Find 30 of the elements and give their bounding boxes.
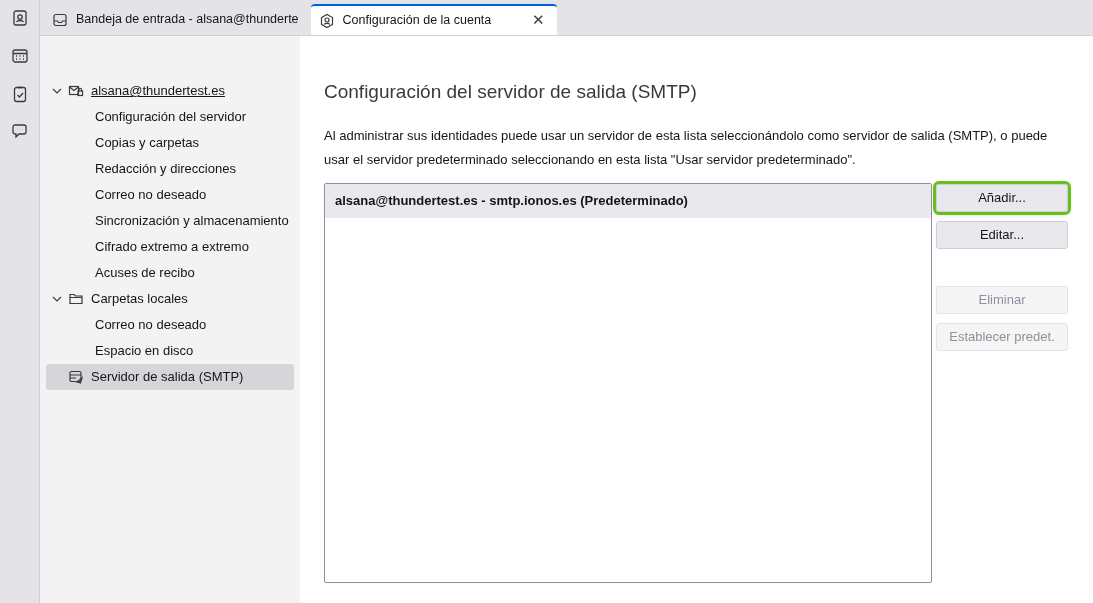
page-heading: Configuración del servidor de salida (SMTP) [324,80,698,104]
folder-icon [68,291,84,307]
hexagon-user-icon [318,12,335,29]
tab[interactable]: Configuración de la cuenta ✕ [310,4,557,35]
close-icon[interactable]: ✕ [527,9,549,32]
sidebar-item[interactable]: Acuses de recibo [46,260,294,286]
button[interactable]: Añadir... [936,183,1068,212]
sidebar-item[interactable]: Cifrado extremo a extremo [46,234,294,260]
sidebar-item[interactable]: Sincronización y almacenamiento [46,208,294,234]
sidebar-item[interactable]: Copias y carpetas [46,130,294,156]
chevron-down-icon[interactable] [52,86,62,96]
calendar-icon[interactable] [10,47,29,65]
mail-lock-icon [68,83,84,99]
server-row[interactable]: alsana@thundertest.es - smtp.ionos.es (Predeterminado) [325,183,931,218]
sidebar-item[interactable]: Servidor de salida (SMTP) [46,364,294,390]
description-text: Al administrar sus identidades puede usar un servidor de esta lista seleccionándolo como servidor de salida (SMTP), o puede usar el servidor predeterminado seleccionando en esta lista "Usar servidor predeterminado". [324,126,1049,169]
chat-bubbles-icon[interactable] [10,123,29,141]
sidebar-item[interactable]: Espacio en disco [46,338,294,364]
sidebar-item[interactable]: Correo no deseado [46,312,294,338]
tray-icon [52,11,68,28]
outbox-icon [68,369,84,385]
sidebar-item[interactable]: Carpetas locales [46,286,294,312]
sidebar-item[interactable]: Correo no deseado [46,182,294,208]
button[interactable]: Editar... [936,220,1068,249]
sidebar-item[interactable]: Redacción y direcciones [46,156,294,182]
tab[interactable]: Bandeja de entrada - alsana@thunderte [44,4,307,35]
chevron-down-icon[interactable] [52,294,62,304]
address-book-icon[interactable] [10,9,29,27]
sidebar-item[interactable]: alsana@thundertest.es [46,78,294,104]
sidebar-item[interactable]: Configuración del servidor [46,104,294,130]
